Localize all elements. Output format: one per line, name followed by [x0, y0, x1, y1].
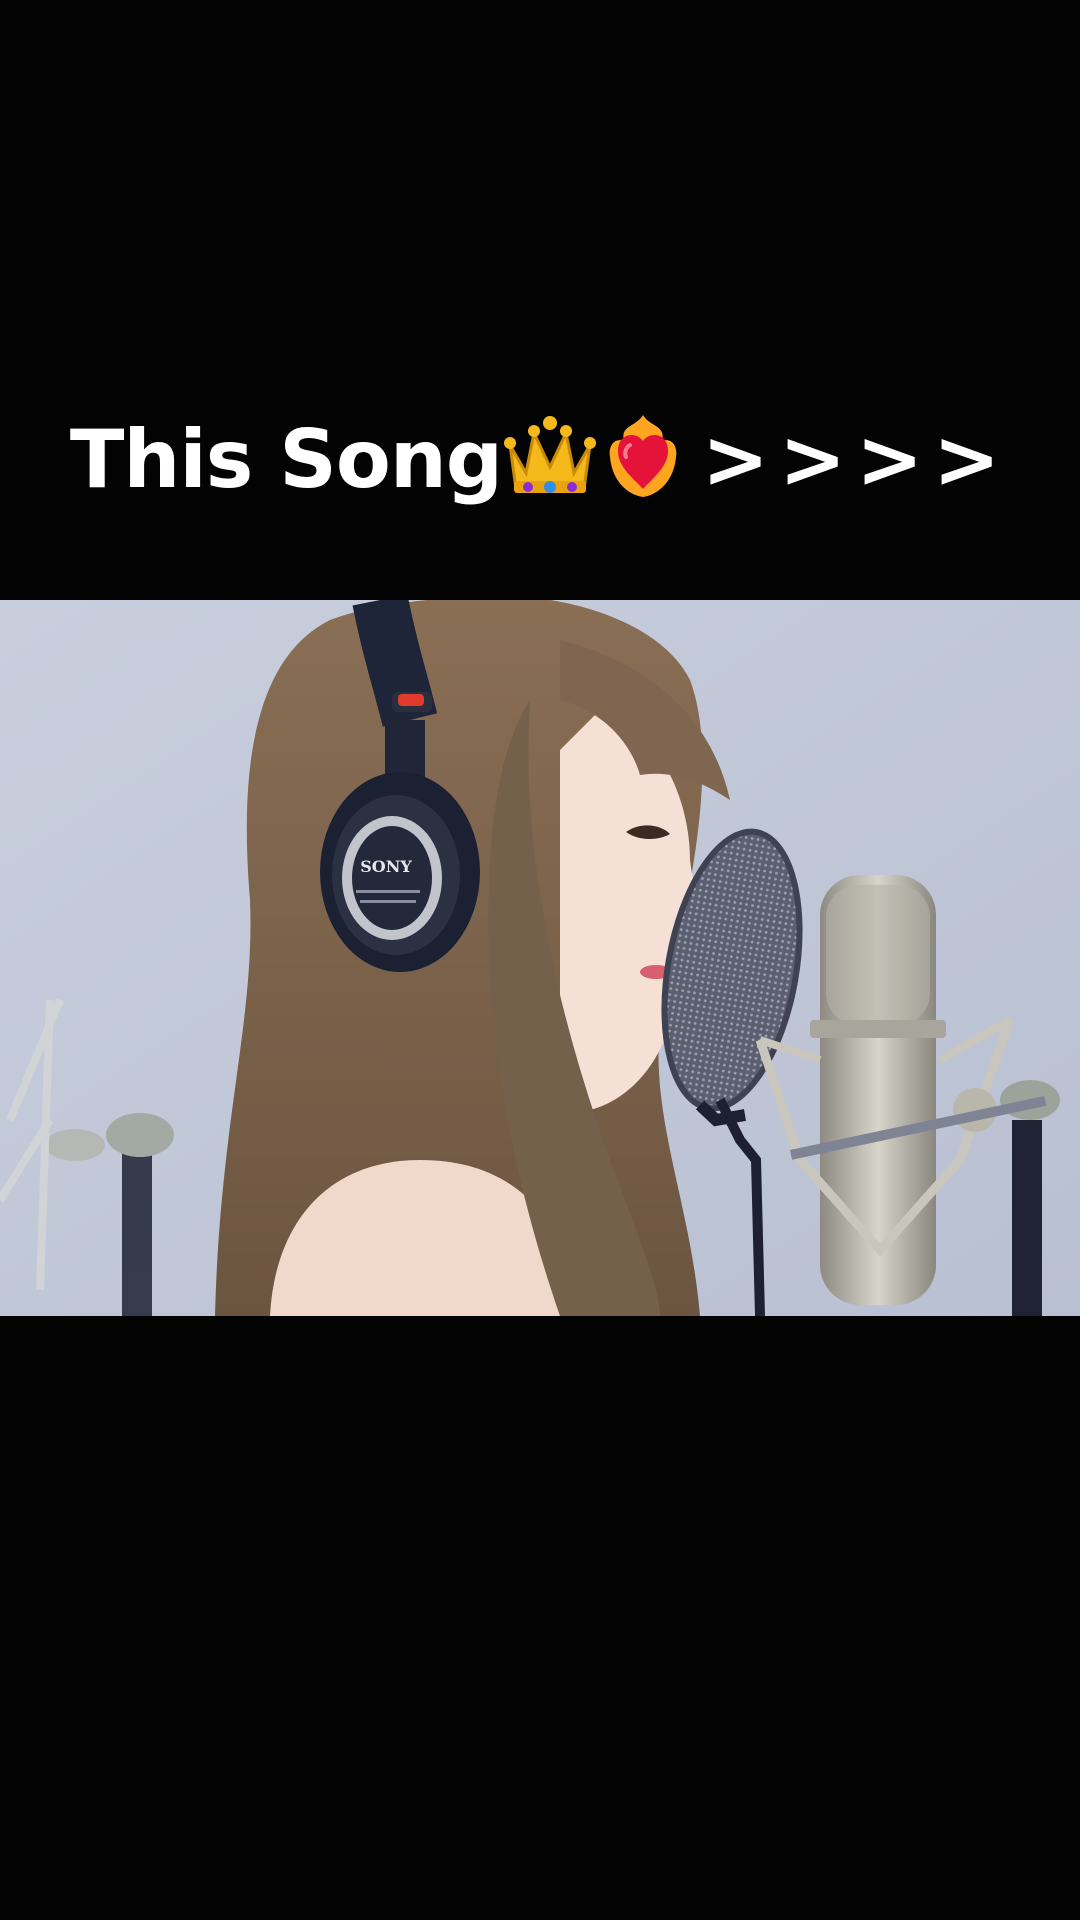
video-frame: SONY: [0, 600, 1080, 1316]
headphone-brand-label: SONY: [360, 857, 412, 876]
caption-overlay: This Song >>>>: [0, 410, 1080, 522]
video-scene: SONY: [0, 600, 1080, 1316]
caption-text: This Song: [69, 413, 503, 506]
headphone-earcup: SONY: [320, 772, 480, 972]
video-post[interactable]: This Song >>>> SONY: [0, 0, 1080, 1920]
caption-suffix: >>>>: [702, 413, 1011, 506]
crown-icon: [504, 415, 597, 522]
heart-on-fire-icon: [600, 411, 686, 522]
